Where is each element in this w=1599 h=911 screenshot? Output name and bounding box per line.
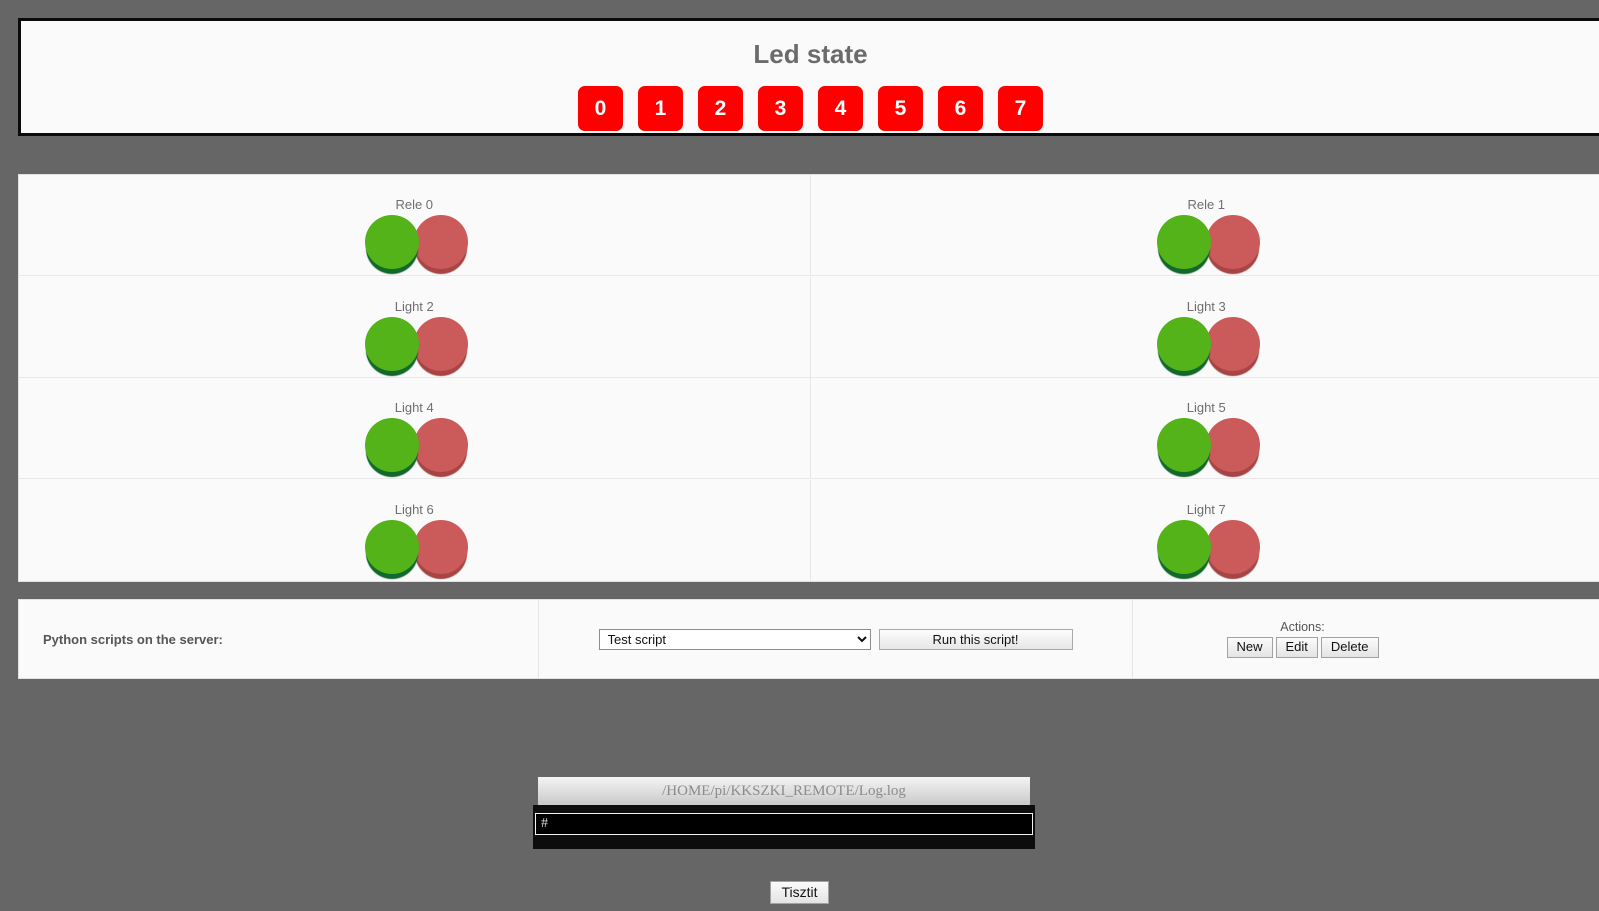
- relay-cell-light-3: Light 3: [810, 277, 1599, 378]
- relay-label: Light 6: [394, 501, 434, 517]
- lamp-pair: [364, 316, 468, 371]
- lamp-off-icon[interactable]: [413, 418, 468, 472]
- lamp-off-icon[interactable]: [413, 519, 468, 574]
- led-button-1[interactable]: 1: [638, 86, 683, 131]
- clear-log-button[interactable]: Tisztit: [770, 881, 829, 904]
- run-script-button[interactable]: Run this script!: [878, 628, 1073, 650]
- lamp-pair: [1156, 316, 1260, 371]
- log-path-header: /HOME/pi/KKSZKI_REMOTE/Log.log: [538, 777, 1030, 805]
- edit-script-button[interactable]: Edit: [1275, 637, 1318, 658]
- relay-label: Light 7: [1186, 501, 1226, 517]
- script-select[interactable]: Test script: [598, 628, 871, 650]
- scripts-toolbar: Python scripts on the server: Test scrip…: [18, 599, 1599, 679]
- relay-grid-panel: Rele 0 Rele 1 Light 2 Light 3 Light 4 Li…: [18, 174, 1599, 582]
- relay-cell-light-5: Light 5: [810, 378, 1599, 479]
- lamp-pair: [1156, 215, 1260, 269]
- relay-label: Light 2: [394, 298, 434, 314]
- lamp-on-icon[interactable]: [1156, 519, 1211, 574]
- lamp-on-icon[interactable]: [364, 418, 419, 472]
- lamp-pair: [1156, 519, 1260, 574]
- new-script-button[interactable]: New: [1226, 637, 1273, 658]
- scripts-actions-section: Actions: New Edit Delete: [1133, 600, 1599, 678]
- lamp-off-icon[interactable]: [1205, 316, 1260, 371]
- log-console: /HOME/pi/KKSZKI_REMOTE/Log.log #: [533, 777, 1035, 849]
- delete-script-button[interactable]: Delete: [1320, 637, 1379, 658]
- lamp-pair: [364, 519, 468, 574]
- log-clear-section: Tisztit: [0, 881, 1599, 904]
- relay-label: Rele 0: [395, 197, 434, 212]
- scripts-label-section: Python scripts on the server:: [19, 600, 539, 678]
- led-button-5[interactable]: 5: [878, 86, 923, 131]
- relay-cell-rele-1: Rele 1: [810, 175, 1599, 276]
- led-state-title: Led state: [753, 39, 868, 69]
- led-button-7[interactable]: 7: [998, 86, 1043, 131]
- relay-cell-rele-0: Rele 0: [19, 175, 811, 276]
- led-button-6[interactable]: 6: [938, 86, 983, 131]
- lamp-pair: [364, 215, 468, 269]
- relay-label: Light 4: [394, 400, 434, 415]
- lamp-off-icon[interactable]: [1205, 519, 1260, 574]
- lamp-off-icon[interactable]: [413, 215, 468, 269]
- lamp-on-icon[interactable]: [364, 316, 419, 371]
- led-state-panel: Led state 0 1 2 3 4 5 6 7: [18, 18, 1599, 136]
- actions-label: Actions:: [1280, 620, 1325, 634]
- relay-cell-light-2: Light 2: [19, 276, 811, 378]
- lamp-off-icon[interactable]: [413, 316, 468, 371]
- lamp-on-icon[interactable]: [364, 215, 419, 269]
- led-button-0[interactable]: 0: [578, 86, 623, 131]
- lamp-pair: [1156, 418, 1260, 472]
- lamp-pair: [364, 418, 468, 472]
- relay-label: Light 5: [1186, 400, 1226, 415]
- led-button-2[interactable]: 2: [698, 86, 743, 131]
- relay-label: Rele 1: [1187, 197, 1226, 212]
- lamp-on-icon[interactable]: [364, 519, 419, 574]
- scripts-run-section: Test script Run this script!: [539, 600, 1133, 678]
- led-button-row: 0 1 2 3 4 5 6 7: [21, 86, 1599, 131]
- led-button-3[interactable]: 3: [758, 86, 803, 131]
- lamp-off-icon[interactable]: [1205, 418, 1260, 472]
- log-line: #: [535, 813, 1033, 835]
- relay-cell-light-4: Light 4: [19, 378, 811, 479]
- relay-cell-light-7: Light 7: [811, 480, 1599, 581]
- led-button-4[interactable]: 4: [818, 86, 863, 131]
- lamp-off-icon[interactable]: [1205, 215, 1260, 269]
- scripts-label: Python scripts on the server:: [43, 631, 223, 647]
- actions-button-row: New Edit Delete: [1226, 637, 1379, 658]
- lamp-on-icon[interactable]: [1156, 418, 1211, 472]
- lamp-on-icon[interactable]: [1156, 215, 1211, 269]
- log-output-area[interactable]: #: [533, 805, 1035, 849]
- relay-label: Light 3: [1186, 298, 1226, 314]
- relay-cell-light-6: Light 6: [19, 479, 811, 581]
- lamp-on-icon[interactable]: [1156, 316, 1211, 371]
